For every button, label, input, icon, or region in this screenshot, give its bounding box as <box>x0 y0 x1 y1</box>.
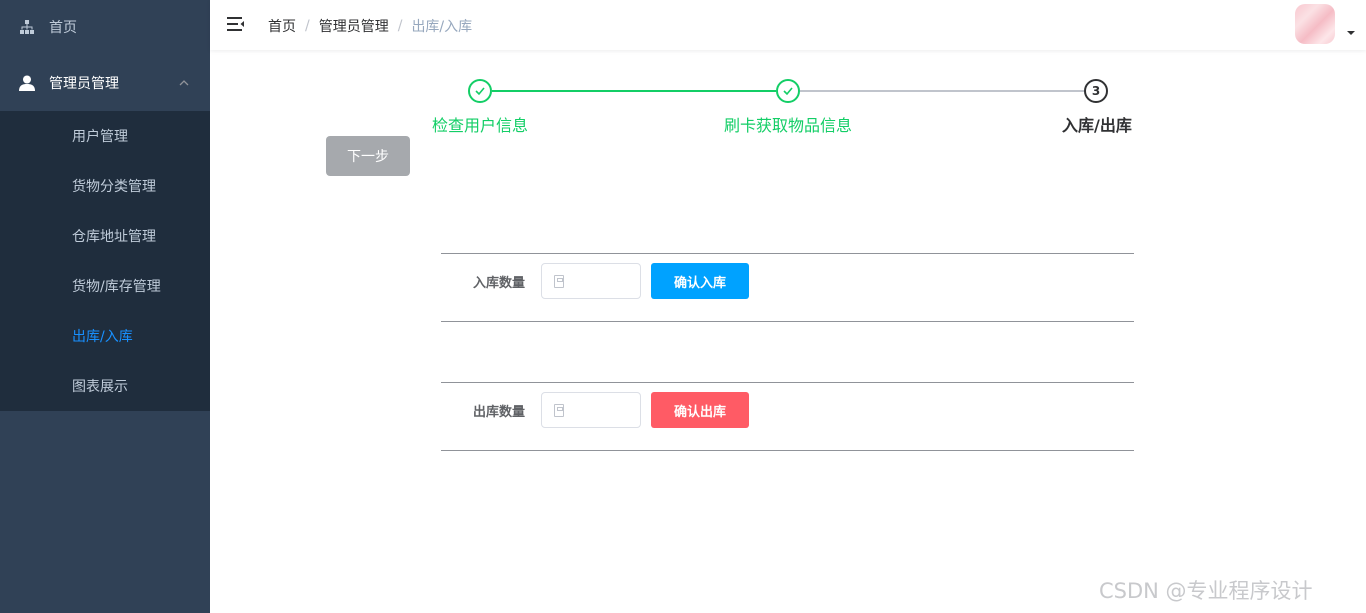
watermark: CSDN @专业程序设计 <box>1099 579 1313 603</box>
step-3-number: 3 <box>1084 79 1108 103</box>
sidebar-item-label: 用户管理 <box>72 129 128 145</box>
stock-in-quantity-input[interactable] <box>541 263 641 299</box>
calculator-icon <box>554 275 564 288</box>
submenu-admin: 用户管理 货物分类管理 仓库地址管理 货物/库存管理 出库/入库 图表展示 <box>0 111 210 411</box>
sidebar-item-home[interactable]: 首页 <box>0 2 210 52</box>
sidebar-item-label: 货物分类管理 <box>72 179 156 195</box>
stock-in-quantity-field[interactable] <box>572 270 632 292</box>
sidebar-item-stock-in-out[interactable]: 出库/入库 <box>0 311 210 361</box>
sidebar-item-label: 货物/库存管理 <box>72 279 161 295</box>
step-connector-done <box>492 90 776 92</box>
breadcrumb-separator: / <box>305 18 310 34</box>
breadcrumb-admin[interactable]: 管理员管理 <box>319 16 389 36</box>
stock-out-label: 出库数量 <box>473 405 526 420</box>
sidebar-item-users[interactable]: 用户管理 <box>0 111 210 161</box>
sidebar: 首页 管理员管理 用户管理 货物分类管理 仓库地址管理 货物/库存管理 出库/入… <box>0 0 210 613</box>
confirm-stock-in-button[interactable]: 确认入库 <box>651 263 749 299</box>
confirm-stock-out-button[interactable]: 确认出库 <box>651 392 749 428</box>
table-icon <box>39 328 55 344</box>
sidebar-item-charts[interactable]: 图表展示 <box>0 361 210 411</box>
sidebar-item-label: 出库/入库 <box>72 329 133 345</box>
user-icon <box>19 75 35 91</box>
chevron-up-icon <box>177 76 191 90</box>
sidebar-item-inventory[interactable]: 货物/库存管理 <box>0 261 210 311</box>
menu-fold-icon[interactable] <box>227 15 245 33</box>
step-2-check-icon <box>776 79 800 103</box>
sidebar-item-label: 管理员管理 <box>49 76 119 92</box>
sidebar-item-warehouse[interactable]: 仓库地址管理 <box>0 211 210 261</box>
step-1-title: 检查用户信息 <box>432 116 529 135</box>
sitemap-icon <box>19 19 35 35</box>
table-icon <box>39 228 55 244</box>
divider <box>441 450 1134 451</box>
caret-down-icon[interactable] <box>1347 31 1355 35</box>
sidebar-item-label: 首页 <box>49 20 77 36</box>
next-step-button[interactable]: 下一步 <box>326 136 410 176</box>
step-2-title: 刷卡获取物品信息 <box>724 116 853 135</box>
sidebar-item-label: 图表展示 <box>72 379 128 395</box>
calculator-icon <box>554 404 564 417</box>
sidebar-item-admin[interactable]: 管理员管理 <box>0 58 210 108</box>
stock-out-quantity-field[interactable] <box>572 399 632 421</box>
navbar: 首页 / 管理员管理 / 出库/入库 <box>210 0 1366 50</box>
breadcrumb-home[interactable]: 首页 <box>268 16 296 36</box>
breadcrumb-separator: / <box>397 18 403 34</box>
step-3-title: 入库/出库 <box>1062 116 1132 135</box>
table-icon <box>39 378 55 394</box>
divider <box>441 321 1134 322</box>
breadcrumb: 首页 / 管理员管理 / 出库/入库 <box>268 16 472 36</box>
table-icon <box>39 278 55 294</box>
divider <box>441 382 1134 383</box>
step-connector-pending <box>800 90 1084 92</box>
breadcrumb-current: 出库/入库 <box>411 19 473 35</box>
sidebar-item-label: 仓库地址管理 <box>72 229 156 245</box>
stock-out-quantity-input[interactable] <box>541 392 641 428</box>
table-icon <box>39 128 55 144</box>
sidebar-item-goods-category[interactable]: 货物分类管理 <box>0 161 210 211</box>
stock-in-label: 入库数量 <box>473 276 526 291</box>
step-1-check-icon <box>468 79 492 103</box>
table-icon <box>39 178 55 194</box>
divider <box>441 253 1134 254</box>
avatar[interactable] <box>1295 4 1335 44</box>
